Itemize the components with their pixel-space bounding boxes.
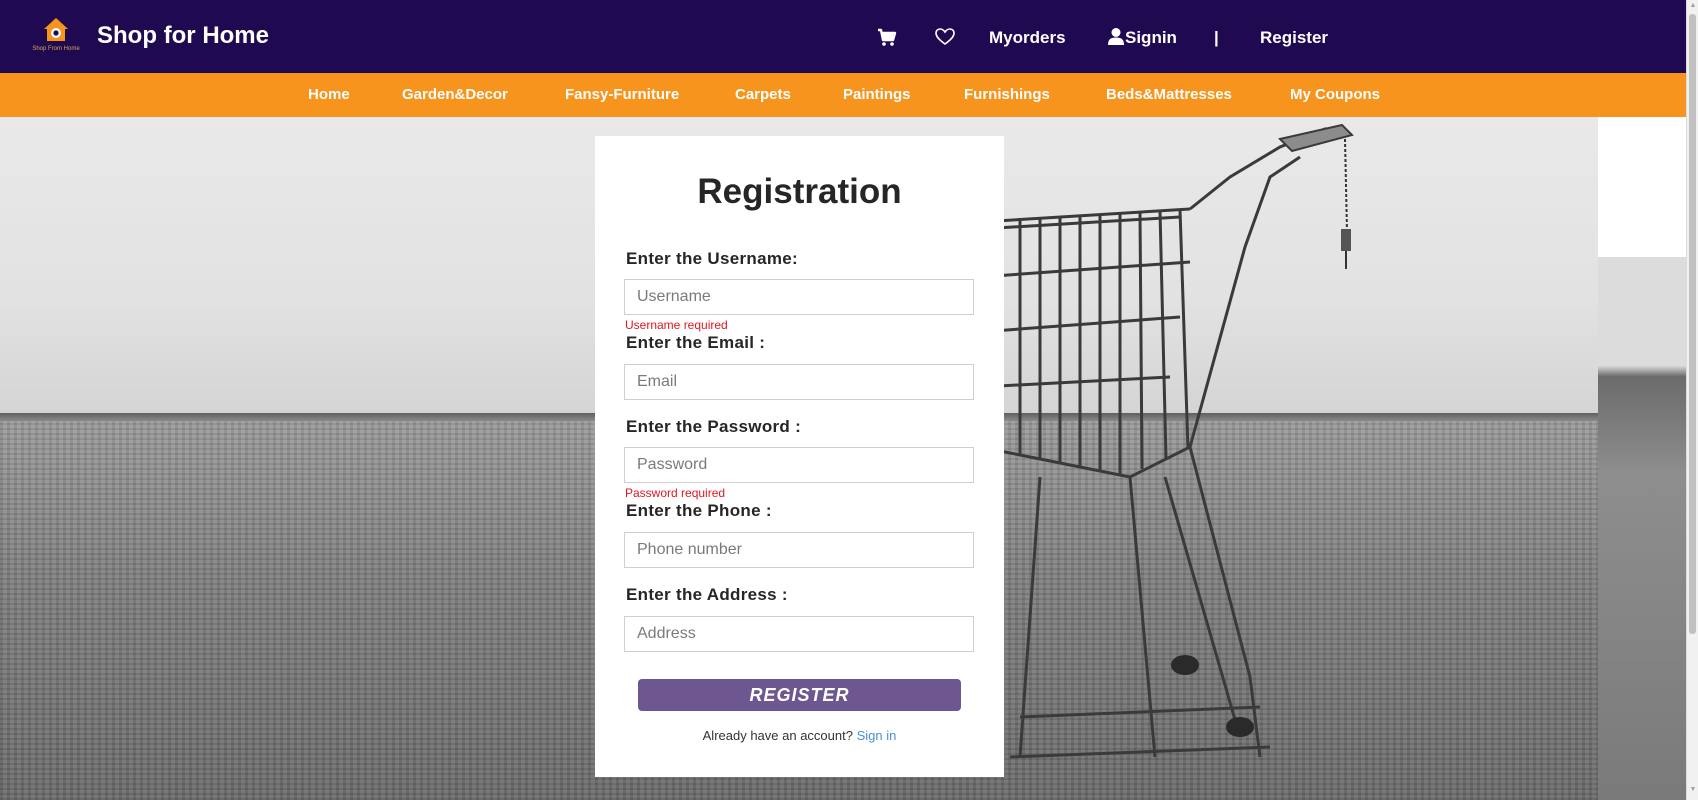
category-bar: Home Garden&Decor Fansy-Furniture Carpet…	[0, 73, 1686, 117]
email-label: Enter the Email :	[626, 333, 766, 352]
cart-icon[interactable]	[876, 26, 898, 48]
category-beds-mattresses[interactable]: Beds&Mattresses	[1106, 86, 1232, 103]
category-my-coupons[interactable]: My Coupons	[1290, 86, 1380, 103]
phone-input[interactable]	[624, 532, 974, 568]
password-label: Enter the Password :	[626, 417, 802, 436]
address-label: Enter the Address :	[626, 585, 788, 604]
heart-icon[interactable]	[934, 26, 956, 48]
category-carpets[interactable]: Carpets	[735, 86, 791, 103]
signin-prompt-text: Already have an account?	[702, 728, 853, 743]
myorders-link[interactable]: Myorders	[989, 28, 1066, 48]
shopping-cart-illustration	[980, 123, 1354, 759]
address-input[interactable]	[624, 616, 974, 652]
category-furnishings[interactable]: Furnishings	[964, 86, 1050, 103]
hero-right-image	[1598, 257, 1686, 800]
signin-link[interactable]: Signin	[1125, 28, 1177, 48]
password-input[interactable]	[624, 447, 974, 483]
category-home[interactable]: Home	[308, 86, 350, 103]
username-label: Enter the Username:	[626, 249, 798, 268]
category-paintings[interactable]: Paintings	[843, 86, 911, 103]
username-input[interactable]	[624, 279, 974, 315]
username-error: Username required	[625, 318, 728, 332]
registration-title: Registration	[697, 172, 902, 211]
registration-card: Registration Enter the Username: Usernam…	[595, 136, 1004, 777]
phone-label: Enter the Phone :	[626, 501, 772, 520]
house-logo-icon	[44, 18, 68, 41]
logo-caption: Shop From Home	[32, 46, 80, 52]
category-fansy-furniture[interactable]: Fansy-Furniture	[565, 86, 679, 103]
scroll-down-arrow-icon[interactable]: ▼	[1689, 786, 1697, 794]
category-garden-decor[interactable]: Garden&Decor	[402, 86, 508, 103]
password-error: Password required	[625, 486, 726, 500]
page-scrollbar[interactable]: ▲ ▼	[1686, 0, 1698, 800]
register-link[interactable]: Register	[1260, 28, 1328, 48]
app-root: Shop From Home Shop for Home Myorders Si…	[0, 0, 1698, 800]
brand-title[interactable]: Shop for Home	[97, 22, 269, 50]
hero-right-strip	[1598, 117, 1686, 800]
scrollbar-thumb[interactable]	[1689, 14, 1696, 634]
signin-prompt-link[interactable]: Sign in	[857, 728, 897, 743]
signin-prompt: Already have an account? Sign in	[595, 728, 1004, 743]
scroll-up-arrow-icon[interactable]: ▲	[1689, 2, 1697, 10]
email-input[interactable]	[624, 364, 974, 400]
top-navbar: Shop From Home Shop for Home Myorders Si…	[0, 0, 1686, 73]
brand-logo[interactable]: Shop From Home	[22, 12, 90, 56]
user-icon[interactable]	[1107, 27, 1125, 47]
nav-separator: |	[1214, 28, 1219, 47]
register-button[interactable]: REGISTER	[638, 679, 961, 711]
